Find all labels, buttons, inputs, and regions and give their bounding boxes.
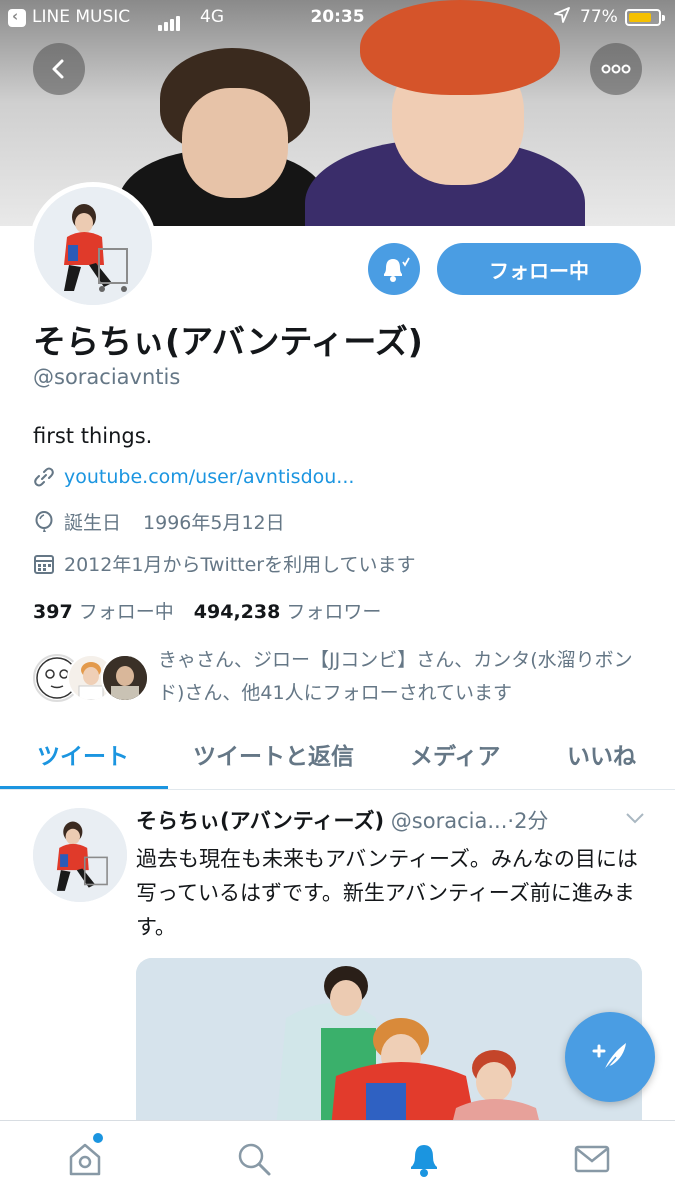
following-link[interactable]: 397 フォロー中 xyxy=(33,601,174,623)
battery-tip xyxy=(662,15,665,21)
home-unread-dot xyxy=(93,1133,103,1143)
back-button[interactable] xyxy=(33,43,85,95)
search-icon xyxy=(238,1143,271,1176)
birthday-row: 誕生日 1996年5月12日 xyxy=(33,508,285,535)
home-icon xyxy=(69,1143,101,1176)
following-count: 397 xyxy=(33,601,73,623)
followed-by-text: きゃさん、ジロー【JJコンビ】さん、カンタ(水溜りボンド)さん、他41人にフォロ… xyxy=(158,649,633,704)
more-icon xyxy=(601,64,631,74)
tweet-author-handle: @soracia... xyxy=(390,809,508,833)
link-icon xyxy=(34,467,54,487)
tweet-time: 2分 xyxy=(514,809,549,833)
location-icon xyxy=(554,7,570,28)
active-tab-indicator xyxy=(0,786,168,789)
tab-media[interactable]: メディア xyxy=(410,737,500,771)
balloon-icon xyxy=(35,510,53,532)
tweet-header: そらちぃ(アバンティーズ) @soracia...·2分 xyxy=(136,809,549,833)
tab-likes[interactable]: いいね xyxy=(567,737,636,771)
followers-count: 494,238 xyxy=(193,601,281,623)
clock: 20:35 xyxy=(310,7,365,27)
bio: first things. xyxy=(33,424,153,448)
profile-link-row[interactable]: youtube.com/user/avntisdou... xyxy=(33,466,354,488)
tab-tweets-and-replies[interactable]: ツイートと返信 xyxy=(193,737,354,771)
banner-person-left-face xyxy=(182,88,288,198)
status-bar: ‹ LINE MUSIC 4G 20:35 77% xyxy=(0,0,675,36)
following-button[interactable]: フォロー中 xyxy=(437,243,641,295)
bottom-navigation xyxy=(0,1120,675,1201)
tweet-menu-button[interactable] xyxy=(625,810,645,829)
compose-icon xyxy=(592,1043,626,1072)
bell-icon xyxy=(384,257,410,282)
back-icon xyxy=(52,59,64,79)
joined-row: 2012年1月からTwitterを利用しています xyxy=(33,550,416,577)
joined-date: 2012年1月からTwitterを利用しています xyxy=(64,554,416,576)
chevron-down-icon xyxy=(626,813,644,824)
birthday-value: 1996年5月12日 xyxy=(143,512,285,534)
mail-icon xyxy=(574,1145,610,1173)
tweet-text: 過去も現在も未来もアバンティーズ。みんなの目には写っているはずです。新生アバンテ… xyxy=(136,847,638,939)
follow-counts: 397 フォロー中 494,238 フォロワー xyxy=(33,597,381,624)
profile-link[interactable]: youtube.com/user/avntisdou... xyxy=(64,466,354,488)
tweet-author-name[interactable]: そらちぃ(アバンティーズ) xyxy=(136,809,384,833)
more-options-button[interactable] xyxy=(590,43,642,95)
notifications-button[interactable] xyxy=(368,243,420,295)
calendar-icon xyxy=(34,554,54,574)
battery-icon xyxy=(625,9,661,26)
nav-home[interactable] xyxy=(65,1139,105,1179)
nav-notifications[interactable] xyxy=(404,1139,444,1179)
followers-label: フォロワー xyxy=(286,601,382,623)
following-label: フォロー中 xyxy=(78,601,174,623)
profile-avatar[interactable] xyxy=(29,182,157,310)
avatar-image xyxy=(34,187,152,305)
profile-tabs: ツイート ツイートと返信 メディア いいね xyxy=(0,727,675,790)
tab-tweets[interactable]: ツイート xyxy=(37,737,129,771)
user-handle: @soraciavntis xyxy=(33,365,181,389)
follower-avatar-3 xyxy=(101,654,149,702)
nav-search[interactable] xyxy=(234,1139,274,1179)
notification-icon xyxy=(411,1145,437,1177)
followed-by-section[interactable]: きゃさん、ジロー【JJコンビ】さん、カンタ(水溜りボンド)さん、他41人にフォロ… xyxy=(33,644,653,704)
nav-messages[interactable] xyxy=(572,1139,612,1179)
followers-link[interactable]: 494,238 フォロワー xyxy=(194,601,382,623)
compose-tweet-button[interactable] xyxy=(565,1012,655,1102)
tweet-avatar[interactable] xyxy=(33,808,127,902)
display-name: そらちぃ(アバンティーズ) xyxy=(33,322,423,361)
battery-percent: 77% xyxy=(580,7,618,27)
birthday-label: 誕生日 xyxy=(64,512,122,534)
